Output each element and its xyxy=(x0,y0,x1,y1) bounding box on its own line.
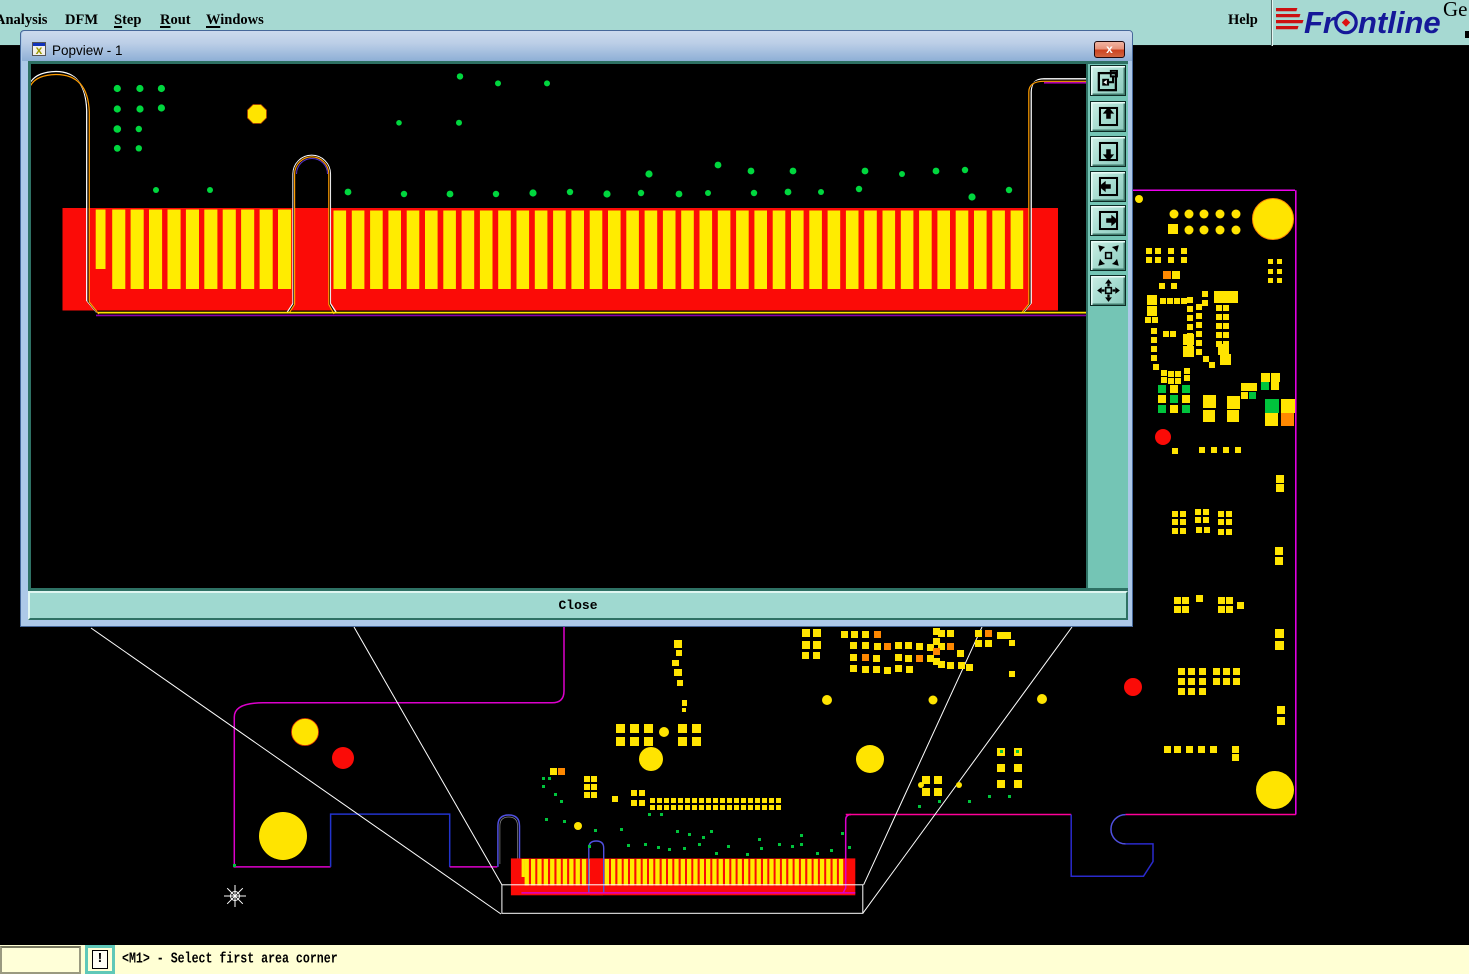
svg-text:ntline: ntline xyxy=(1358,5,1441,40)
svg-text:Fr: Fr xyxy=(1304,5,1337,40)
